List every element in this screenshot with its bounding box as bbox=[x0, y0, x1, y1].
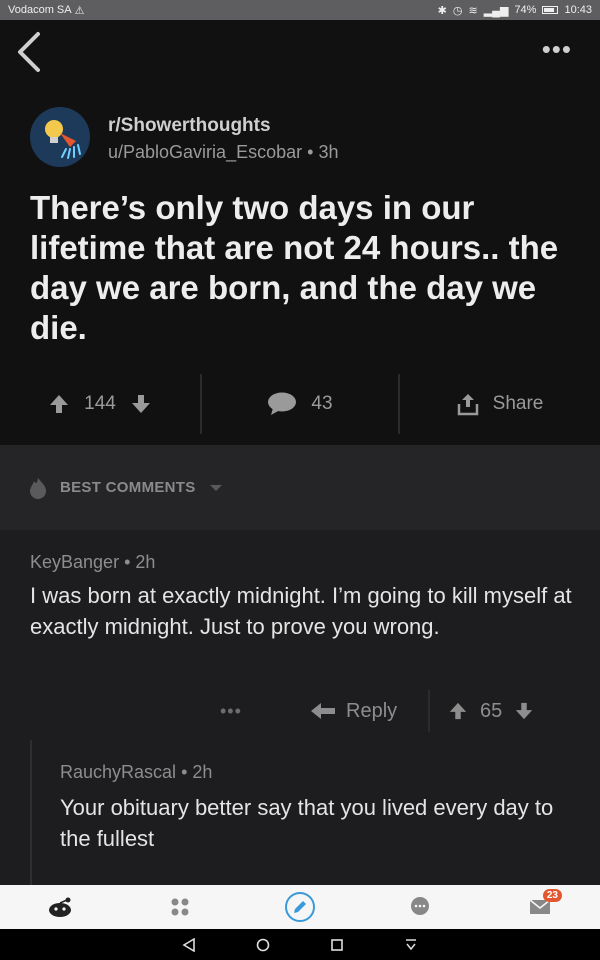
share-icon bbox=[457, 394, 478, 416]
system-navigation-bar bbox=[0, 929, 600, 960]
subreddit-name[interactable]: r/Showerthoughts bbox=[108, 115, 271, 137]
chevron-left-icon bbox=[18, 32, 40, 72]
nav-chat[interactable] bbox=[390, 887, 450, 927]
more-options-button[interactable]: ••• bbox=[542, 36, 572, 62]
downvote-icon[interactable] bbox=[130, 393, 152, 415]
downvote-icon[interactable] bbox=[514, 701, 534, 721]
square-recents-icon bbox=[331, 938, 343, 951]
status-bar: Vodacom SA ⚠ ✱ ◷ ≋ ▂▄▆ 74% 10:43 bbox=[0, 0, 600, 20]
comment-sort-bar[interactable]: BEST COMMENTS bbox=[0, 445, 600, 530]
post-title: There’s only two days in our lifetime th… bbox=[30, 189, 559, 346]
nav-create-post[interactable] bbox=[270, 887, 330, 927]
upvote-icon[interactable] bbox=[48, 393, 70, 415]
sort-label: BEST COMMENTS bbox=[60, 479, 196, 496]
meta-dot: • bbox=[181, 762, 193, 782]
bottom-navigation: 23 bbox=[0, 885, 600, 929]
share-button[interactable]: Share bbox=[400, 372, 600, 436]
system-home-button[interactable] bbox=[251, 933, 275, 957]
warning-icon: ⚠ bbox=[74, 4, 85, 17]
comment: KeyBanger • 2h I was born at exactly mid… bbox=[30, 552, 575, 642]
back-button[interactable] bbox=[14, 30, 44, 74]
comment-age: 2h bbox=[135, 552, 156, 572]
system-notifications-button[interactable] bbox=[399, 933, 423, 957]
post-age: 3h bbox=[318, 142, 339, 162]
pull-down-icon bbox=[406, 938, 416, 950]
triangle-back-icon bbox=[182, 937, 195, 952]
nested-comment: RauchyRascal • 2h Your obituary better s… bbox=[30, 740, 600, 885]
comment-author[interactable]: KeyBanger bbox=[30, 552, 119, 572]
grid-icon bbox=[171, 898, 189, 916]
signal-icon: ▂▄▆ bbox=[483, 4, 509, 17]
comment-bubble-icon bbox=[268, 392, 297, 415]
comment-more-button[interactable]: ••• bbox=[220, 701, 242, 722]
subreddit-avatar[interactable] bbox=[30, 107, 90, 167]
comment-age: 2h bbox=[192, 762, 213, 782]
flame-icon bbox=[30, 477, 46, 499]
post-actions: 144 43 Share bbox=[0, 372, 600, 436]
clock: 10:43 bbox=[564, 4, 592, 16]
comments-count: 43 bbox=[311, 393, 333, 414]
nav-home[interactable] bbox=[30, 887, 90, 927]
battery-level: 74% bbox=[514, 4, 537, 16]
bluetooth-icon: ✱ bbox=[437, 4, 447, 17]
system-back-button[interactable] bbox=[177, 933, 201, 957]
meta-dot: • bbox=[307, 142, 319, 162]
comment-score: 65 bbox=[480, 699, 503, 722]
chat-icon bbox=[411, 897, 429, 915]
inbox-badge: 23 bbox=[542, 889, 562, 902]
upvote-icon[interactable] bbox=[448, 701, 468, 721]
post-meta: u/PabloGaviria_Escobar • 3h bbox=[108, 142, 338, 163]
reply-label: Reply bbox=[346, 699, 398, 722]
divider bbox=[428, 690, 430, 732]
carrier-name: Vodacom SA bbox=[8, 4, 72, 16]
alarm-icon: ◷ bbox=[452, 4, 463, 17]
comment-meta: KeyBanger • 2h bbox=[30, 552, 575, 573]
system-recents-button[interactable] bbox=[325, 933, 349, 957]
post-vote-group: 144 bbox=[0, 372, 200, 436]
comment-body: I was born at exactly midnight. I’m goin… bbox=[30, 583, 572, 639]
meta-dot: • bbox=[124, 552, 136, 572]
circle-home-icon bbox=[256, 938, 270, 951]
nav-communities[interactable] bbox=[150, 887, 210, 927]
wifi-icon: ≋ bbox=[468, 4, 478, 17]
post-score: 144 bbox=[84, 393, 116, 414]
post-author[interactable]: u/PabloGaviria_Escobar bbox=[108, 142, 302, 162]
nav-inbox[interactable]: 23 bbox=[510, 887, 570, 927]
comment-author[interactable]: RauchyRascal bbox=[60, 762, 176, 782]
comment-actions: ••• Reply 65 bbox=[0, 690, 600, 732]
reply-button[interactable]: Reply bbox=[310, 700, 397, 723]
reply-arrow-icon bbox=[311, 703, 335, 719]
comment-vote-group: 65 bbox=[448, 700, 534, 723]
share-label: Share bbox=[492, 393, 544, 414]
comment-meta: RauchyRascal • 2h bbox=[60, 762, 212, 783]
battery-icon bbox=[542, 6, 559, 14]
comment-body: Your obituary better say that you lived … bbox=[60, 795, 554, 851]
shower-lightbulb-icon bbox=[45, 120, 81, 159]
chevron-down-icon bbox=[209, 484, 222, 491]
comments-button[interactable]: 43 bbox=[200, 374, 400, 434]
reddit-alien-icon bbox=[49, 897, 71, 917]
pencil-icon bbox=[285, 892, 315, 922]
